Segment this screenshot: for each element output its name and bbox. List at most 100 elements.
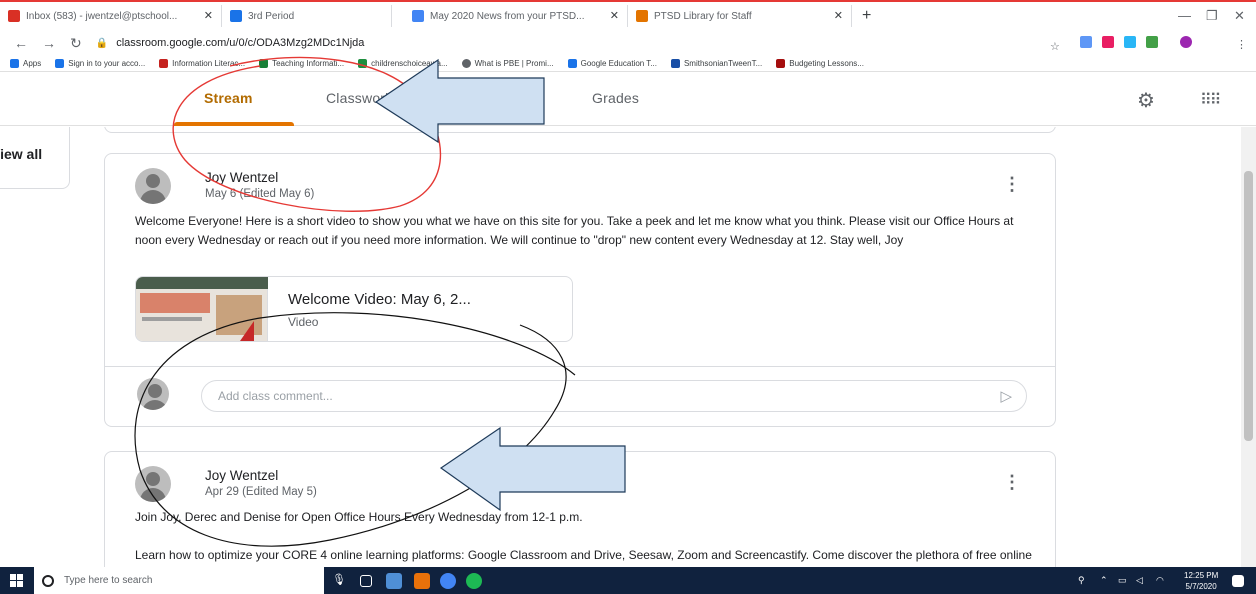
taskbar-search-placeholder: Type here to search — [64, 575, 153, 586]
bookmark-item[interactable]: childrenschoiceawa... — [358, 59, 448, 68]
gear-icon[interactable]: ⚙ — [1137, 88, 1155, 113]
wifi-icon[interactable]: ◠ — [1156, 575, 1164, 586]
bookmark-item[interactable]: Teaching Informati... — [259, 59, 344, 68]
post-author: Joy Wentzel — [205, 468, 279, 483]
scrollbar[interactable] — [1241, 127, 1256, 567]
url-field[interactable]: 🔒 classroom.google.com/u/0/c/ODA3Mzg2MDc… — [96, 37, 365, 49]
tab-label: May 2020 News from your PTSD... — [430, 10, 585, 22]
people-icon[interactable]: ⚲ — [1078, 575, 1085, 586]
tab-stream[interactable]: Stream — [204, 90, 253, 106]
extension-icon[interactable] — [1146, 36, 1158, 48]
post-date: May 6 (Edited May 6) — [205, 188, 315, 200]
comment-input[interactable]: Add class comment... ▷ — [201, 380, 1027, 412]
tab-classwork[interactable]: Classwork — [326, 90, 392, 106]
spotify-icon[interactable] — [466, 573, 482, 589]
bookmark-label: Google Education T... — [580, 59, 657, 68]
video-attachment[interactable]: Welcome Video: May 6, 2... Video — [135, 276, 573, 342]
close-icon[interactable]: ✕ — [204, 9, 213, 22]
bookmarks-bar: Apps Sign in to your acco... Information… — [0, 56, 1256, 72]
bookmark-item[interactable]: SmithsonianTweenT... — [670, 59, 763, 68]
bookmark-label: Budgeting Lessons... — [789, 59, 864, 68]
bookmark-label: Sign in to your acco... — [68, 59, 146, 68]
profile-avatar[interactable] — [1180, 36, 1192, 48]
file-explorer-icon[interactable] — [386, 573, 402, 589]
avatar — [135, 466, 171, 502]
bookmark-label: Apps — [23, 59, 42, 68]
bookmark-item[interactable]: What is PBE | Promi... — [461, 59, 554, 68]
post-text: Join Joy, Derec and Denise for Open Offi… — [135, 510, 583, 524]
tab-label: 3rd Period — [248, 10, 295, 22]
more-options-icon[interactable]: ⋮ — [1003, 472, 1021, 493]
windows-start-icon[interactable] — [10, 574, 24, 588]
windows-taskbar: Type here to search 🎙 ⚲ ⌃ ▭ ◁ ◠ 12:25 PM… — [0, 567, 1256, 594]
tab-label: PTSD Library for Staff — [654, 10, 752, 22]
classroom-icon — [230, 10, 242, 22]
sites-icon — [412, 10, 424, 22]
clock-time: 12:25 PM — [1184, 571, 1219, 580]
browser-tab-bar: Inbox (583) - jwentzel@ptschool... ✕ 3rd… — [0, 0, 1256, 30]
bookmark-icon — [55, 59, 65, 68]
bookmark-item[interactable]: Google Education T... — [567, 59, 657, 68]
volume-icon[interactable]: ◁ — [1136, 575, 1143, 586]
microphone-icon[interactable]: 🎙 — [332, 573, 348, 589]
tab-label: Inbox (583) - jwentzel@ptschool... — [26, 10, 178, 22]
battery-icon[interactable]: ▭ — [1118, 575, 1127, 586]
send-icon[interactable]: ▷ — [1000, 387, 1012, 405]
new-tab-button[interactable]: + — [862, 7, 871, 25]
comment-placeholder: Add class comment... — [218, 389, 333, 403]
chrome-icon[interactable] — [440, 573, 456, 589]
stream-content: View all Joy Wentzel May 6 (Edited May 6… — [0, 127, 1256, 567]
browser-tab-library[interactable]: PTSD Library for Staff ✕ — [628, 5, 852, 27]
close-icon[interactable]: ✕ — [834, 9, 843, 22]
bookmark-item[interactable]: Apps — [10, 59, 41, 68]
cortana-icon — [42, 574, 54, 587]
post-date: Apr 29 (Edited May 5) — [205, 486, 317, 498]
close-window-icon[interactable]: ✕ — [1234, 8, 1245, 24]
extension-icon[interactable] — [1080, 36, 1092, 48]
minimize-icon[interactable]: — — [1178, 8, 1191, 23]
powerpoint-icon[interactable] — [414, 573, 430, 589]
view-all-link[interactable]: View all — [0, 146, 42, 162]
tab-grades[interactable]: Grades — [592, 90, 639, 106]
globe-icon — [461, 59, 471, 68]
bookmark-icon — [776, 59, 786, 68]
taskbar-clock[interactable]: 12:25 PM 5/7/2020 — [1184, 570, 1218, 592]
bookmark-icon — [358, 59, 368, 68]
bookmark-label: SmithsonianTweenT... — [683, 59, 763, 68]
previous-post-card — [104, 127, 1056, 133]
extension-icon[interactable] — [1124, 36, 1136, 48]
clock-date: 5/7/2020 — [1185, 582, 1217, 591]
bookmark-item[interactable]: Budgeting Lessons... — [776, 59, 864, 68]
divider — [105, 366, 1055, 367]
close-icon[interactable]: ✕ — [610, 9, 619, 22]
attachment-title: Welcome Video: May 6, 2... — [288, 291, 471, 308]
apps-grid-icon[interactable]: ⠿⠿ — [1200, 90, 1221, 110]
video-thumbnail — [136, 277, 268, 341]
post-text: Welcome Everyone! Here is a short video … — [135, 214, 1014, 247]
taskbar-search[interactable]: Type here to search — [34, 567, 324, 594]
chevron-up-icon[interactable]: ⌃ — [1100, 575, 1108, 586]
bookmark-label: Teaching Informati... — [272, 59, 345, 68]
notifications-icon[interactable] — [1232, 575, 1244, 587]
upcoming-card: View all — [0, 127, 70, 189]
browser-tab-3rd-period[interactable]: 3rd Period — [222, 5, 392, 27]
apps-icon — [10, 59, 19, 68]
bookmark-label: Information Literac... — [172, 59, 246, 68]
browser-tab-gmail[interactable]: Inbox (583) - jwentzel@ptschool... ✕ — [0, 5, 222, 27]
scrollbar-thumb[interactable] — [1244, 171, 1253, 441]
maximize-icon[interactable]: ❐ — [1206, 8, 1218, 24]
url-text: classroom.google.com/u/0/c/ODA3Mzg2MDc1N… — [116, 37, 365, 49]
sites-icon — [636, 10, 648, 22]
bookmark-item[interactable]: Information Literac... — [159, 59, 245, 68]
back-icon[interactable]: ← — [14, 35, 28, 51]
forward-icon[interactable]: → — [42, 35, 56, 51]
reload-icon[interactable]: ↻ — [70, 35, 82, 52]
bookmark-item[interactable]: Sign in to your acco... — [55, 59, 145, 68]
task-view-icon[interactable] — [360, 575, 372, 587]
extension-icon[interactable] — [1102, 36, 1114, 48]
browser-tab-news[interactable]: May 2020 News from your PTSD... ✕ — [404, 5, 628, 27]
avatar — [137, 378, 169, 410]
star-icon[interactable]: ☆ — [1050, 40, 1062, 53]
more-options-icon[interactable]: ⋮ — [1003, 174, 1021, 195]
menu-icon[interactable]: ⋮ — [1236, 38, 1248, 51]
